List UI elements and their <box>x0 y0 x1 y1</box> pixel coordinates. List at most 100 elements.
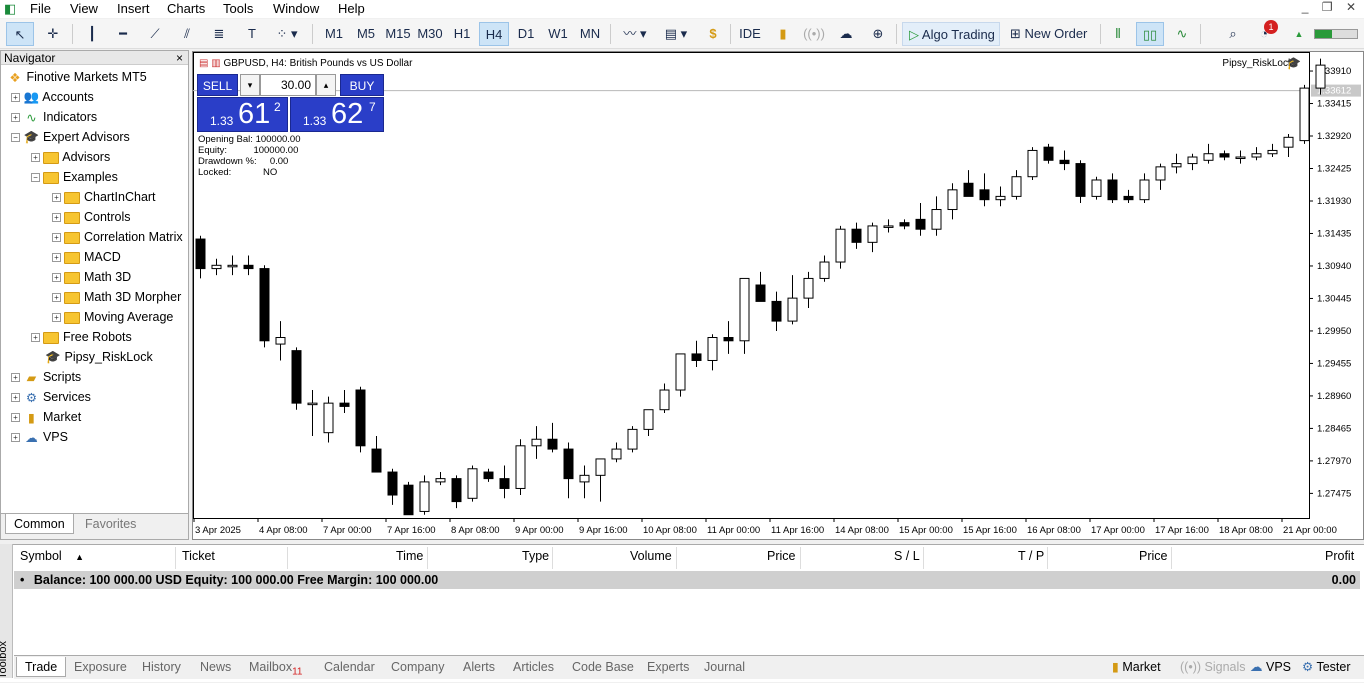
nav-item-examples[interactable]: − Examples <box>31 170 118 184</box>
tab-history[interactable]: History <box>142 657 181 677</box>
status-market[interactable]: ▮ Market <box>1112 657 1161 677</box>
col-profit[interactable]: Profit <box>1325 549 1354 563</box>
menu-tools[interactable]: Tools <box>223 1 253 16</box>
notifications-icon[interactable]: ◔ 1 <box>1252 20 1278 46</box>
menu-file[interactable]: File <box>30 1 51 16</box>
volume-down-icon[interactable]: ▾ <box>240 74 260 96</box>
nav-item-free-robots[interactable]: + Free Robots <box>31 330 132 344</box>
dollar-icon[interactable]: $ <box>702 22 724 46</box>
crosshair-icon[interactable]: ✛ <box>40 22 66 46</box>
ide-button[interactable]: IDE <box>736 22 764 46</box>
tab-alerts[interactable]: Alerts <box>463 657 495 677</box>
fibonacci-icon[interactable]: ≣ <box>206 22 232 46</box>
col-volume[interactable]: Volume <box>630 549 672 563</box>
minimize-icon[interactable]: _ <box>1302 0 1309 14</box>
col-price[interactable]: Price <box>767 549 795 563</box>
buy-price[interactable]: 1.33 62 7 <box>290 97 384 132</box>
market-bag-icon[interactable]: ▮ <box>772 22 794 46</box>
status-vps[interactable]: ☁ VPS <box>1250 657 1291 677</box>
horizontal-line-icon[interactable]: ━ <box>110 22 136 46</box>
tab-calendar[interactable]: Calendar <box>324 657 375 677</box>
nav-item-vps[interactable]: + ☁ VPS <box>11 430 68 445</box>
nav-item-indicators[interactable]: + ∿ Indicators <box>11 110 97 125</box>
col-sl[interactable]: S / L <box>894 549 920 563</box>
sell-button[interactable]: SELL <box>197 74 238 96</box>
nav-item-pipsy-risklock[interactable]: 🎓 Pipsy_RiskLock <box>45 350 153 365</box>
tf-m15[interactable]: M15 <box>382 22 414 46</box>
indicators-icon[interactable]: 〰 ▾ <box>618 22 652 46</box>
tab-favorites[interactable]: Favorites <box>77 514 144 534</box>
col-time[interactable]: Time <box>396 549 423 563</box>
col-symbol[interactable]: Symbol ▲ <box>20 549 84 563</box>
tab-experts[interactable]: Experts <box>647 657 689 677</box>
cursor-tool-icon[interactable]: ↖ <box>6 22 34 46</box>
col-tp[interactable]: T / P <box>1018 549 1044 563</box>
col-current-price[interactable]: Price <box>1139 549 1167 563</box>
nav-item-math-3d-morpher[interactable]: + Math 3D Morpher <box>52 290 181 304</box>
signals-icon[interactable]: ((•)) <box>802 22 826 46</box>
nav-item-expert-advisors[interactable]: − 🎓 Expert Advisors <box>11 130 130 145</box>
tf-m5[interactable]: M5 <box>352 22 380 46</box>
tf-m1[interactable]: M1 <box>320 22 348 46</box>
tf-d1[interactable]: D1 <box>512 22 540 46</box>
volume-up-icon[interactable]: ▴ <box>316 74 336 96</box>
tab-code-base[interactable]: Code Base <box>572 657 634 677</box>
volume-input[interactable]: 30.00 <box>260 74 316 96</box>
nav-item-accounts[interactable]: + 👥 Accounts <box>11 90 94 105</box>
restore-icon[interactable]: ❐ <box>1322 0 1333 14</box>
candle-chart-icon[interactable]: ▯▯ <box>1136 22 1164 46</box>
line-chart-icon[interactable]: ∿ <box>1170 22 1194 46</box>
tf-w1[interactable]: W1 <box>544 22 572 46</box>
close-icon[interactable]: ✕ <box>1346 0 1356 14</box>
nav-item-macd[interactable]: + MACD <box>52 250 121 264</box>
col-ticket[interactable]: Ticket <box>182 549 215 563</box>
vps-cloud-icon[interactable]: ☁ <box>834 22 858 46</box>
templates-icon[interactable]: ▤ ▾ <box>658 22 694 46</box>
tab-common[interactable]: Common <box>5 514 74 534</box>
tf-h1[interactable]: H1 <box>448 22 476 46</box>
menu-window[interactable]: Window <box>273 1 319 16</box>
algo-trading-button[interactable]: ▷ Algo Trading <box>902 22 1000 46</box>
tf-mn[interactable]: MN <box>576 22 604 46</box>
tab-trade[interactable]: Trade <box>16 657 67 677</box>
ea-info-block: Opening Bal: 100000.00 Equity: 100000.00… <box>198 134 301 178</box>
nav-item-services[interactable]: + ⚙ Services <box>11 390 91 405</box>
navigator-close-icon[interactable]: × <box>176 51 183 65</box>
col-type[interactable]: Type <box>522 549 549 563</box>
sell-price[interactable]: 1.33 61 2 <box>197 97 288 132</box>
nav-item-advisors[interactable]: + Advisors <box>31 150 110 164</box>
new-order-button[interactable]: ⊞ New Order <box>1006 22 1094 46</box>
tab-mailbox[interactable]: Mailbox11 <box>249 657 302 678</box>
nav-item-scripts[interactable]: + ▰ Scripts <box>11 370 81 385</box>
vertical-line-icon[interactable]: ┃ <box>80 22 104 46</box>
tab-articles[interactable]: Articles <box>513 657 554 677</box>
menu-help[interactable]: Help <box>338 1 365 16</box>
text-tool-icon[interactable]: T <box>240 22 264 46</box>
toolbox-side-label[interactable]: Toolbox <box>0 544 13 679</box>
tf-m30[interactable]: M30 <box>414 22 446 46</box>
tab-company[interactable]: Company <box>391 657 445 677</box>
buy-button[interactable]: BUY <box>340 74 384 96</box>
nav-item-controls[interactable]: + Controls <box>52 210 131 224</box>
status-signals[interactable]: ((•)) Signals <box>1180 657 1246 677</box>
tab-news[interactable]: News <box>200 657 231 677</box>
tf-h4[interactable]: H4 <box>479 22 509 46</box>
nav-item-market[interactable]: + ▮ Market <box>11 410 81 425</box>
menu-insert[interactable]: Insert <box>117 1 150 16</box>
status-tester[interactable]: ⚙ Tester <box>1302 657 1351 677</box>
channel-icon[interactable]: ⫽ <box>174 22 200 46</box>
community-icon[interactable]: ⊕ <box>866 22 890 46</box>
menu-view[interactable]: View <box>70 1 98 16</box>
tab-journal[interactable]: Journal <box>704 657 745 677</box>
trendline-icon[interactable]: ⟋ <box>142 22 168 46</box>
bar-chart-icon[interactable]: ⫴ <box>1106 22 1130 46</box>
nav-item-math-3d[interactable]: + Math 3D <box>52 270 131 284</box>
nav-item-moving-average[interactable]: + Moving Average <box>52 310 173 324</box>
nav-item-chartinchart[interactable]: + ChartInChart <box>52 190 156 204</box>
shapes-icon[interactable]: ⁘ ▾ <box>270 22 304 46</box>
search-icon[interactable]: ⌕ <box>1222 22 1244 46</box>
nav-root[interactable]: ❖ Finotive Markets MT5 <box>7 70 146 85</box>
tab-exposure[interactable]: Exposure <box>74 657 127 677</box>
nav-item-correlation-matrix[interactable]: + Correlation Matrix <box>52 230 183 244</box>
menu-charts[interactable]: Charts <box>167 1 205 16</box>
